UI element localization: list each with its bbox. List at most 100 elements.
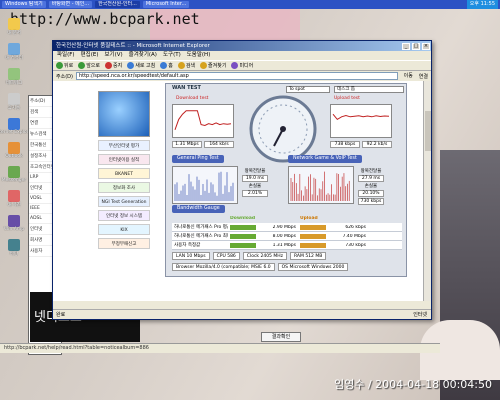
result-confirm-button[interactable]: 결과확인 bbox=[261, 332, 301, 342]
toolbar-label: 즐겨찾기 bbox=[208, 63, 227, 69]
close-button[interactable]: × bbox=[422, 42, 430, 50]
left-nav: 부산인터넷 평가인터넷이용 실적 BKANET 정보화 조사 NGI Test Gen… bbox=[98, 91, 150, 249]
app-icon bbox=[8, 166, 20, 178]
bandwidth-gauge-tab[interactable]: Bandwidth Gauge bbox=[172, 205, 225, 213]
go-button[interactable]: 이동 bbox=[401, 72, 416, 80]
wan-test-tab[interactable]: WAN TEST bbox=[172, 85, 201, 91]
address-input[interactable]: http://speed.nca.or.kr/speedtest/default… bbox=[75, 72, 398, 80]
toolbar-icon bbox=[56, 62, 63, 69]
toolbar-button[interactable]: 미디어 bbox=[231, 62, 253, 69]
desktop-icon[interactable]: 내 사진 bbox=[2, 190, 26, 208]
ping-chart bbox=[174, 171, 234, 201]
taskbar-item[interactable]: 바탕화면 - 메인... bbox=[48, 1, 93, 8]
desktop-icon[interactable]: 바탕 bbox=[2, 239, 26, 257]
system-info-row: Browser Mozilla/4.0 (compatible; MSIE 6.… bbox=[172, 263, 349, 271]
ping-avg-label: 왕복전달율 bbox=[244, 169, 266, 174]
nav-link[interactable]: BKANET bbox=[98, 168, 150, 179]
toolbar-button[interactable]: 검색 bbox=[177, 62, 195, 69]
network-game-voip-test-tab[interactable]: Network Game & VoIP Test bbox=[288, 155, 362, 163]
desktop-icon[interactable]: Outlook bbox=[2, 142, 26, 159]
toolbar-icon bbox=[78, 62, 86, 69]
clock-label: Clock bbox=[246, 254, 260, 259]
upload-header: Upload bbox=[300, 216, 318, 221]
toolbar-button[interactable]: 뒤로 bbox=[56, 62, 73, 69]
download-bar bbox=[230, 242, 256, 248]
menu-item[interactable]: 보기(V) bbox=[104, 51, 122, 60]
browser-label: Browser bbox=[176, 265, 195, 270]
scrollbar-thumb[interactable] bbox=[425, 111, 431, 151]
taskbar-item[interactable]: Windows 탐색기 bbox=[2, 1, 46, 8]
menu-item[interactable]: 편집(E) bbox=[81, 51, 99, 60]
ping-loss-label: 손실율 bbox=[248, 184, 262, 189]
minimize-button[interactable]: _ bbox=[402, 42, 410, 50]
download-bytes: 164 kb/s bbox=[204, 141, 234, 148]
nav-link[interactable]: 부정부패신고 bbox=[98, 238, 150, 249]
desktop-icon[interactable]: Messenger bbox=[2, 166, 26, 183]
toolbar-button[interactable]: 중지 bbox=[105, 62, 122, 69]
ram-label: RAM bbox=[293, 254, 304, 259]
links-button[interactable]: 연결 bbox=[419, 73, 428, 80]
cpu-info: CPU 586 bbox=[212, 252, 240, 260]
desktop-icon[interactable]: 내 컴퓨터 bbox=[2, 43, 26, 61]
upload-speed: 738 kbps bbox=[330, 141, 360, 148]
toolbar-label: 새로 고침 bbox=[135, 63, 156, 69]
table-row: 사용자 측정값 1.31 Mbps 730 kbps bbox=[172, 241, 402, 250]
site-logo bbox=[98, 91, 150, 137]
toolbar-label: 홈 bbox=[168, 63, 173, 69]
desktop-icon[interactable]: 내 문서 bbox=[2, 18, 26, 36]
nav-link[interactable]: 인터넷 정보 시스템 bbox=[98, 210, 150, 221]
app-icon bbox=[8, 43, 20, 55]
menu-item[interactable]: 도구(T) bbox=[163, 51, 181, 60]
download-chart bbox=[174, 110, 232, 130]
desktop-icon-label: 내 사진 bbox=[7, 203, 21, 208]
cpu-label: CPU bbox=[216, 254, 226, 259]
vertical-scrollbar[interactable] bbox=[423, 81, 431, 301]
speed-gauge bbox=[249, 95, 317, 163]
menu-item[interactable]: 도움말(H) bbox=[187, 51, 211, 60]
desktop-icon[interactable]: Win Amp bbox=[2, 215, 26, 232]
lan-info: LAN 10 Mbps bbox=[172, 252, 210, 260]
desktop-icon[interactable]: 휴지통 bbox=[2, 93, 26, 111]
nav-link[interactable]: 정보화 조사 bbox=[98, 182, 150, 193]
nav-link[interactable]: 부산인터넷 평가 bbox=[98, 140, 150, 151]
watermark-url: http://www.bcpark.net bbox=[10, 10, 200, 28]
row-label: 하나로통신 메가패스 Pro 평균 bbox=[174, 225, 228, 230]
table-row: 하나로통신 메가패스 Pro 최대값 8.00 Mbps 7.40 Mbps bbox=[172, 232, 402, 241]
desktop-icon-label: 휴지통 bbox=[7, 106, 21, 111]
ping-results: 왕복전달율 19.0 ms 손실율 2.01% bbox=[242, 168, 268, 198]
app-icon bbox=[8, 18, 20, 30]
system-info-row: LAN 10 Mbps CPU 586 Clock 2405 MHz RAM 5… bbox=[172, 252, 327, 260]
maximize-button[interactable]: □ bbox=[412, 42, 420, 50]
address-label: 주소(D) bbox=[56, 73, 73, 80]
desktop-icon[interactable]: Internet Explorer bbox=[0, 118, 33, 135]
app-icon bbox=[8, 142, 20, 154]
ping-avg: 19.0 ms bbox=[242, 175, 268, 182]
row-label: 하나로통신 메가패스 Pro 최대값 bbox=[174, 234, 228, 239]
bandwidth-header: Download Upload bbox=[172, 214, 402, 223]
app-icon bbox=[8, 239, 20, 251]
toolbar-button[interactable]: 새로 고침 bbox=[127, 62, 155, 69]
photo-stamp: 임영수 / 2004-04-18 00:04:50 bbox=[334, 378, 492, 391]
upload-value: 7.40 Mbps bbox=[342, 233, 366, 239]
nav-link[interactable]: NGI Test Generation bbox=[98, 196, 150, 207]
desktop-icons: 내 문서내 컴퓨터네트워크휴지통 Internet Explorer Outlook… bbox=[0, 18, 33, 264]
toolbar-label: 미디어 bbox=[239, 63, 254, 69]
toolbar-label: 중지 bbox=[113, 63, 123, 69]
toolbar-button[interactable]: 앞으로 bbox=[78, 62, 100, 69]
taskbar-item[interactable]: Microsoft Inter... bbox=[142, 1, 190, 8]
toolbar-button[interactable]: 즐겨찾기 bbox=[200, 62, 226, 69]
nav-link[interactable]: KIX bbox=[98, 224, 150, 235]
nav-link[interactable]: 인터넷이용 실적 bbox=[98, 154, 150, 165]
upload-bar bbox=[300, 233, 326, 239]
upload-value: 626 kbps bbox=[345, 224, 366, 230]
ip-value: 데스크 톱 bbox=[334, 86, 404, 93]
menu-item[interactable]: 즐겨찾기(A) bbox=[129, 51, 157, 60]
ram-info: RAM 512 MB bbox=[289, 252, 327, 260]
game-loss-label: 손실율 bbox=[364, 184, 378, 189]
cpu-value: 586 bbox=[227, 254, 236, 259]
toolbar-button[interactable]: 홈 bbox=[160, 62, 173, 69]
general-ping-test-tab[interactable]: General Ping Test bbox=[172, 155, 224, 163]
desktop-icon[interactable]: 네트워크 bbox=[2, 68, 26, 86]
taskbar-item[interactable]: 한국전산원-인터... bbox=[95, 1, 140, 8]
menu-item[interactable]: 파일(F) bbox=[57, 51, 75, 60]
